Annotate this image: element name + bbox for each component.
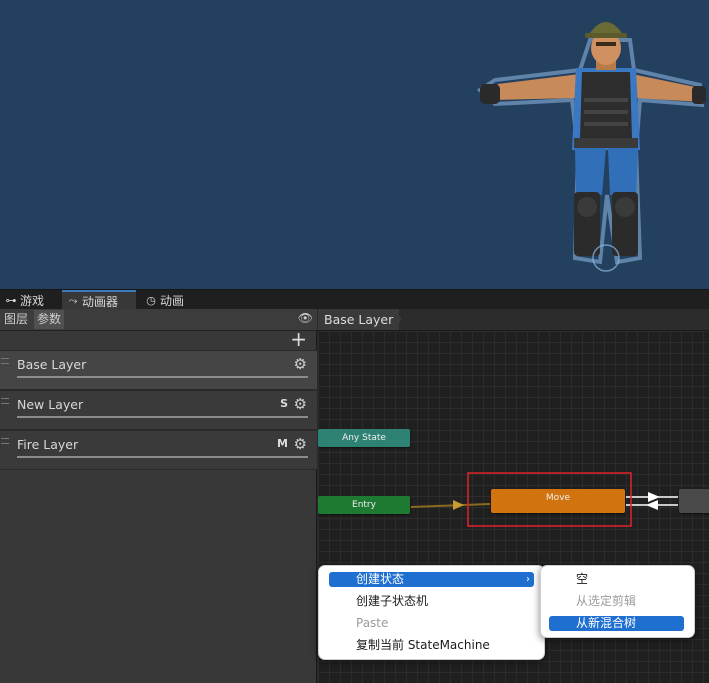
layer-name: Base Layer	[17, 357, 87, 372]
scene-viewport[interactable]	[0, 0, 709, 289]
gamepad-icon: ⊶	[5, 293, 17, 307]
editor-tab-bar: ⊶ 游戏 ⤳ 动画器 ◷ 动画	[0, 289, 709, 310]
tab-animator-label: 动画器	[82, 294, 119, 309]
menu-item-copy-state-machine[interactable]: 复制当前 StateMachine	[356, 638, 490, 653]
layer-base[interactable]: Base Layer ⚙	[0, 350, 317, 390]
tab-game[interactable]: ⊶ 游戏	[0, 290, 58, 310]
menu-item-create-sub-state-machine[interactable]: 创建子状态机	[356, 594, 428, 609]
layer-new[interactable]: New Layer S ⚙	[0, 390, 317, 430]
layers-params-tabs: 图层 参数 👁	[0, 309, 317, 331]
state-any-state[interactable]: Any State	[318, 429, 410, 447]
breadcrumb-arrow-icon	[394, 309, 402, 329]
layers-panel: 图层 参数 👁 + Base Layer ⚙ New Layer S ⚙ Fir…	[0, 309, 317, 683]
drag-handle-icon[interactable]	[1, 358, 9, 364]
state-offscreen[interactable]	[679, 489, 709, 513]
animator-icon: ⤳	[68, 294, 78, 307]
gear-icon[interactable]: ⚙	[294, 435, 307, 453]
eye-icon[interactable]: 👁	[298, 311, 313, 325]
tab-animation[interactable]: ◷ 动画	[140, 290, 196, 310]
tab-animator[interactable]: ⤳ 动画器	[62, 290, 136, 310]
mask-badge: M	[277, 437, 288, 450]
gear-icon[interactable]: ⚙	[294, 355, 307, 373]
soldier-character	[476, 22, 706, 272]
breadcrumb-base-layer[interactable]: Base Layer	[318, 309, 400, 330]
tab-layers[interactable]: 图层	[1, 310, 31, 329]
layer-weight-bar	[17, 456, 308, 458]
context-menu: 创建状态 › 创建子状态机 Paste 复制当前 StateMachine	[318, 565, 545, 660]
menu-item-from-new-blend-tree[interactable]: 从新混合树	[549, 616, 684, 631]
clock-icon: ◷	[146, 293, 156, 307]
plus-icon[interactable]: +	[290, 328, 307, 350]
menu-item-from-selected-clip[interactable]: 从选定剪辑	[576, 594, 636, 609]
menu-item-label: 从新混合树	[576, 616, 637, 630]
tab-animation-label: 动画	[160, 293, 185, 308]
tab-game-label: 游戏	[20, 293, 45, 308]
state-entry[interactable]: Entry	[318, 496, 410, 514]
menu-item-create-state[interactable]: 创建状态 ›	[329, 572, 534, 587]
menu-item-paste[interactable]: Paste	[356, 616, 388, 631]
add-layer-row: +	[0, 328, 317, 351]
tab-parameters[interactable]: 参数	[34, 310, 65, 329]
gear-icon[interactable]: ⚙	[294, 395, 307, 413]
layer-weight-bar	[17, 376, 308, 378]
layer-weight-bar	[17, 416, 308, 418]
drag-handle-icon[interactable]	[1, 398, 9, 404]
drag-handle-icon[interactable]	[1, 438, 9, 444]
context-submenu: 空 从选定剪辑 从新混合树	[540, 565, 695, 638]
layer-fire[interactable]: Fire Layer M ⚙	[0, 430, 317, 470]
state-move[interactable]: Move	[491, 489, 625, 513]
layer-name: Fire Layer	[17, 437, 79, 452]
breadcrumb: Base Layer	[318, 309, 709, 331]
menu-item-empty[interactable]: 空	[576, 572, 588, 587]
menu-item-label: 创建状态	[356, 572, 405, 586]
layer-name: New Layer	[17, 397, 84, 412]
chevron-right-icon: ›	[526, 574, 530, 585]
sync-badge: S	[280, 397, 288, 410]
